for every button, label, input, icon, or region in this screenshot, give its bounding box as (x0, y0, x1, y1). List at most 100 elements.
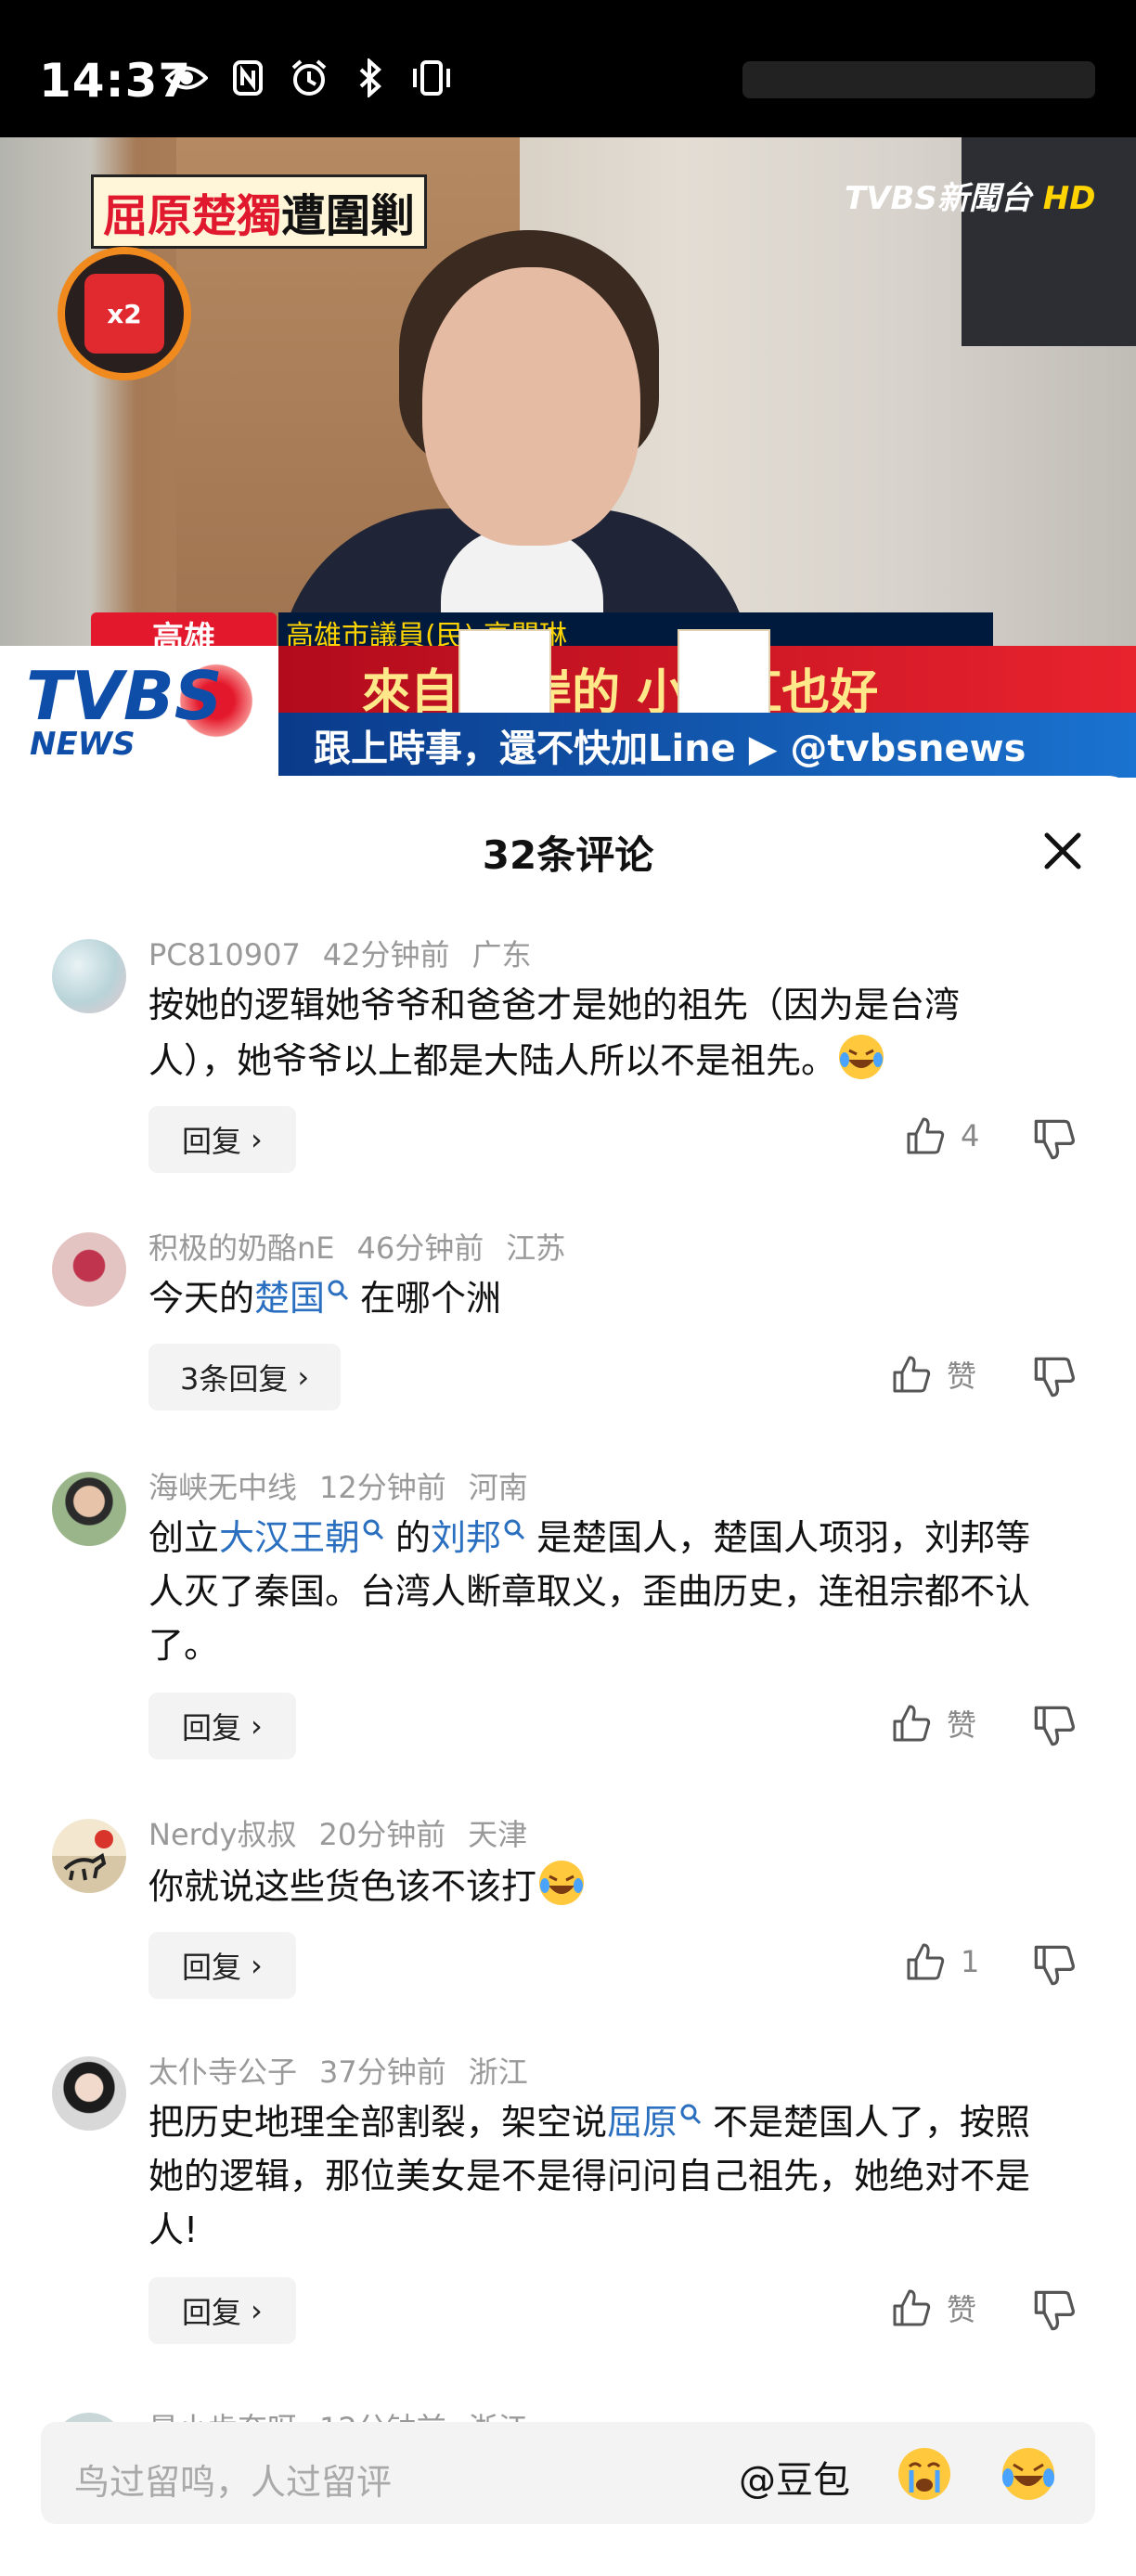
comment-line: 人），她爷爷以上都是大陆人所以不是祖先。 (148, 1032, 1086, 1088)
comment-time: 37分钟前 (319, 2054, 446, 2090)
logo-big: TVBS (26, 657, 223, 735)
video-player[interactable]: 屈原楚獨遭圍剿 TVBS新聞台 HD x2 高雄 高雄市議員(民) 高閔琳 來自… (0, 137, 1136, 778)
like-count: 4 (961, 1118, 980, 1153)
thumbs-up-icon (893, 1356, 931, 1393)
thumbs-up-icon (907, 1117, 945, 1154)
news-title-banner: 屈原楚獨遭圍剿 (91, 174, 428, 249)
search-link-icon (363, 1519, 384, 1540)
thumbs-up-icon (893, 2289, 931, 2326)
search-link[interactable]: 刘邦 (431, 1517, 501, 1558)
badge-label: x2 (84, 274, 164, 354)
comment-text: 按她的逻辑她爷爷和爸爸才是她的祖先（因为是台湾 人），她爷爷以上都是大陆人所以不… (148, 978, 1086, 1088)
comment-time: 42分钟前 (322, 937, 450, 972)
comment-region: 天津 (468, 1817, 528, 1852)
chevron-right-icon: › (251, 2293, 263, 2328)
search-link[interactable]: 大汉王朝 (219, 1517, 360, 1558)
like-count: 赞 (947, 2292, 977, 2327)
reply-button[interactable]: 回复 › (148, 1106, 296, 1173)
search-link[interactable]: 屈原 (607, 2102, 678, 2143)
comment-region: 广东 (471, 937, 532, 972)
ticker-text: 跟上時事，還不快加Line ▶ @tvbsnews (314, 728, 1026, 770)
search-link-icon (680, 2104, 702, 2125)
name-strip: 高雄市議員(民) 高閔琳 (278, 612, 993, 652)
like-count: 赞 (947, 1359, 977, 1394)
bluetooth-icon (349, 58, 392, 98)
comment-username[interactable]: 积极的奶酪nE (148, 1230, 335, 1266)
like-count: 1 (961, 1944, 980, 1979)
video-person-face (422, 267, 640, 546)
like-button[interactable]: 1 (905, 1941, 979, 1982)
like-button[interactable]: 赞 (891, 1702, 976, 1745)
avatar[interactable] (52, 1232, 126, 1307)
comment-region: 浙江 (468, 2054, 528, 2090)
red-packet-badge[interactable]: x2 (58, 247, 191, 380)
like-button[interactable]: 赞 (891, 2286, 976, 2329)
comment-line: 创立大汉王朝 的刘邦 是楚国人，楚国人项羽，刘邦等 (148, 1517, 1031, 1558)
comment-meta: 海峡无中线 12分钟前 河南 (148, 1464, 550, 1507)
search-link[interactable]: 楚国 (254, 1278, 325, 1319)
like-count: 赞 (947, 1707, 977, 1743)
comment-text: 创立大汉王朝 的刘邦 是楚国人，楚国人项羽，刘邦等 人灭了秦国。台湾人断章取义，歪曲… (148, 1511, 1086, 1672)
comment-line: 把历史地理全部割裂，架空说屈原 不是楚国人了，按照 (148, 2102, 1031, 2143)
avatar-horse-icon (63, 1830, 113, 1881)
chevron-right-icon: › (251, 1948, 263, 1983)
comment-region: 河南 (468, 1470, 528, 1505)
avatar[interactable] (52, 939, 126, 1013)
thumbs-down-icon[interactable] (1032, 2288, 1077, 2333)
reply-button[interactable]: 回复 › (148, 1693, 296, 1759)
comment-input-bar[interactable]: 鸟过留鸣，人过留评 @豆包 (41, 2422, 1095, 2524)
close-icon[interactable] (1039, 828, 1086, 874)
like-button[interactable]: 4 (905, 1115, 979, 1156)
comment-meta: PC810907 42分钟前 广东 (148, 932, 554, 974)
thumbs-down-icon[interactable] (1032, 1117, 1077, 1162)
comment-meta: 太仆寺公子 37分钟前 浙江 (148, 2049, 550, 2092)
tvbs-logo: TVBS NEWS (0, 646, 278, 778)
reply-button[interactable]: 回复 › (148, 2277, 296, 2344)
eye-icon (165, 58, 208, 98)
logo-small: NEWS (30, 726, 136, 763)
comment-line: 她的逻辑，那位美女是不是得问问自己祖先，她绝对不是 (148, 2156, 1031, 2196)
comment-username[interactable]: 太仆寺公子 (148, 2054, 297, 2090)
chevron-right-icon: › (251, 1122, 263, 1157)
crying-emoji-icon[interactable] (895, 2444, 954, 2504)
search-link-icon (328, 1280, 349, 1301)
search-link-icon (504, 1519, 525, 1540)
view-replies-button[interactable]: 3条回复 › (148, 1344, 342, 1410)
thumbs-down-icon[interactable] (1032, 1704, 1077, 1748)
like-button[interactable]: 赞 (891, 1353, 976, 1396)
comments-title: 32条评论 (482, 832, 654, 878)
comments-sheet: 32条评论 PC810907 42分钟前 广东 按她的逻辑她爷爷和爸爸才是她的祖先（… (0, 776, 1136, 2576)
avatar[interactable] (52, 1472, 126, 1546)
comment-meta: Nerdy叔叔 20分钟前 天津 (148, 1811, 549, 1854)
thumbs-down-icon[interactable] (1032, 1943, 1077, 1988)
comment-text: 把历史地理全部割裂，架空说屈原 不是楚国人了，按照 她的逻辑，那位美女是不是得问问… (148, 2095, 1086, 2257)
laughing-tears-emoji-icon[interactable] (999, 2444, 1058, 2504)
comment-username[interactable]: Nerdy叔叔 (148, 1817, 296, 1852)
comment-meta: 积极的奶酪nE 46分钟前 江苏 (148, 1225, 587, 1268)
video-background-tv (962, 137, 1136, 346)
thumbs-up-icon (893, 1705, 931, 1742)
channel-label: TVBS新聞台 HD (845, 180, 1096, 217)
reply-button[interactable]: 回复 › (148, 1932, 296, 1999)
comment-line: 按她的逻辑她爷爷和爸爸才是她的祖先（因为是台湾 (148, 985, 961, 1025)
status-bar: 14:37 (0, 0, 1136, 137)
laughing-tears-emoji-icon (839, 1035, 884, 1079)
comment-line: 了。 (148, 1625, 220, 1666)
avatar[interactable] (52, 1819, 126, 1893)
mention-doubao-button[interactable]: @豆包 (739, 2450, 850, 2504)
comment-input-placeholder[interactable]: 鸟过留鸣，人过留评 (74, 2454, 392, 2505)
comment-username[interactable]: 海峡无中线 (148, 1470, 297, 1505)
comment-time: 20分钟前 (318, 1817, 446, 1852)
comment-text: 今天的楚国 在哪个洲 (148, 1278, 502, 1319)
comment-region: 江苏 (506, 1230, 566, 1266)
nfc-icon (226, 58, 269, 98)
comment-line: 人! (148, 2209, 199, 2250)
avatar[interactable] (52, 2056, 126, 2131)
chevron-right-icon: › (251, 1708, 263, 1744)
thumbs-down-icon[interactable] (1032, 1355, 1077, 1399)
comment-username[interactable]: PC810907 (148, 937, 301, 972)
blurred-status-area (742, 61, 1095, 98)
thumbs-up-icon (907, 1943, 945, 1980)
comment-line: 人灭了秦国。台湾人断章取义，歪曲历史，连祖宗都不认 (148, 1571, 1031, 1612)
vibrate-icon (410, 58, 453, 98)
